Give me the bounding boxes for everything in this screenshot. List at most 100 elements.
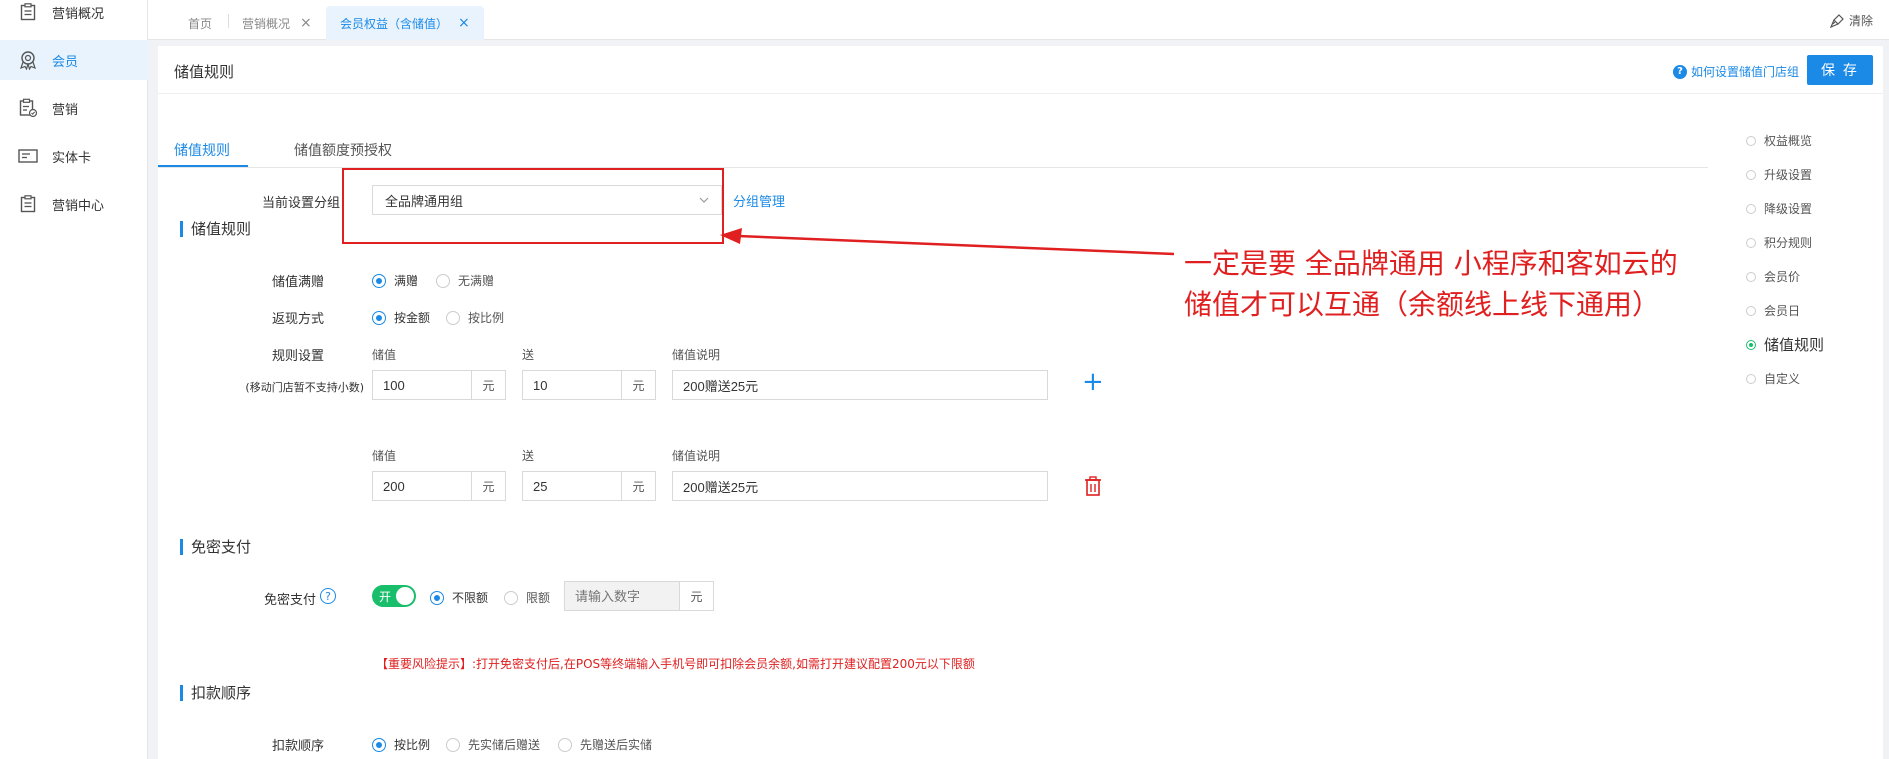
- help-link[interactable]: ? 如何设置储值门店组: [1672, 63, 1799, 80]
- recharge-amount-input[interactable]: [373, 371, 471, 399]
- sidebar-item-member[interactable]: 会员: [0, 40, 148, 80]
- annotation-line-2: 储值才可以互通（余额线上线下通用）: [1184, 288, 1661, 321]
- help-question-icon[interactable]: ?: [320, 588, 336, 604]
- radio-dot: [558, 737, 572, 752]
- anchor-label: 升级设置: [1764, 168, 1813, 182]
- clear-button[interactable]: 清除: [1829, 12, 1873, 29]
- anchor-item-custom[interactable]: 自定义: [1746, 370, 1800, 387]
- gift-amount-field[interactable]: 元: [522, 471, 656, 501]
- tab-member-benefits[interactable]: 会员权益（含储值） ×: [326, 6, 484, 40]
- radio-cashback-amount[interactable]: 按金额: [372, 309, 430, 326]
- save-button[interactable]: 保 存: [1807, 55, 1873, 85]
- anchor-dot: [1746, 373, 1756, 384]
- tab-home[interactable]: 首页: [188, 6, 212, 40]
- radio-deduct-gift-first[interactable]: 先赠送后实储: [558, 736, 652, 753]
- recharge-amount-input[interactable]: [373, 472, 471, 500]
- recharge-amount-field[interactable]: 元: [372, 471, 506, 501]
- radio-label: 按比例: [468, 311, 505, 325]
- gift-amount-input[interactable]: [523, 371, 621, 399]
- radio-dot: [372, 737, 386, 752]
- tab-marketing-overview[interactable]: 营销概况 ×: [242, 6, 312, 40]
- clear-label: 清除: [1848, 14, 1873, 28]
- unit-label: 元: [621, 472, 655, 500]
- col-recharge-label: 储值: [372, 449, 397, 463]
- anchor-item-member-price[interactable]: 会员价: [1746, 268, 1800, 285]
- sidebar-item-label: 营销: [52, 102, 79, 118]
- anchor-item-points[interactable]: 积分规则: [1746, 234, 1812, 251]
- unit-label: 元: [471, 371, 505, 399]
- anchor-item-overview[interactable]: 权益概览: [1746, 132, 1812, 149]
- section-title-deduct-order: 扣款顺序: [180, 685, 251, 701]
- sidebar-item-physical-card[interactable]: 实体卡: [0, 136, 148, 176]
- limit-amount-input[interactable]: [565, 582, 679, 610]
- tab-pre-authorization[interactable]: 储值额度预授权: [294, 140, 392, 160]
- sidebar-item-label: 实体卡: [52, 150, 92, 166]
- cashback-label: 返现方式: [271, 312, 324, 327]
- deduct-order-label: 扣款顺序: [271, 739, 324, 754]
- radio-dot: [504, 590, 518, 605]
- radio-label: 无满赠: [458, 274, 495, 288]
- radio-dot: [436, 273, 450, 288]
- help-link-label: 如何设置储值门店组: [1690, 65, 1799, 79]
- rule-setting-label: 规则设置: [271, 349, 324, 364]
- radio-deduct-ratio[interactable]: 按比例: [372, 736, 430, 753]
- toggle-label: 开: [379, 589, 392, 604]
- active-tab-underline: [158, 165, 248, 167]
- sidebar-item-label: 营销概况: [52, 6, 105, 22]
- tab-stored-value-rules[interactable]: 储值规则: [174, 140, 230, 160]
- anchor-item-upgrade[interactable]: 升级设置: [1746, 166, 1812, 183]
- toggle-knob: [396, 587, 414, 605]
- anchor-item-stored-value[interactable]: 储值规则: [1746, 334, 1824, 355]
- unit-label: 元: [621, 371, 655, 399]
- radio-bonus-none[interactable]: 无满赠: [436, 272, 494, 289]
- rule-note: (移动门店暂不支持小数): [245, 381, 364, 394]
- broom-icon: [1829, 13, 1844, 28]
- annotation-arrow: [720, 228, 1175, 256]
- radio-dot: [446, 737, 460, 752]
- add-rule-icon[interactable]: +: [1082, 368, 1104, 396]
- anchor-item-member-day[interactable]: 会员日: [1746, 302, 1800, 319]
- delete-rule-trash-icon[interactable]: [1084, 476, 1102, 500]
- radio-dot: [430, 590, 444, 605]
- radio-label: 按比例: [394, 738, 431, 752]
- anchor-label: 会员日: [1764, 304, 1801, 318]
- section-title-stored-value: 储值规则: [180, 221, 251, 237]
- anchor-label: 权益概览: [1764, 134, 1813, 148]
- sidebar-item-marketing-overview[interactable]: 营销概况: [0, 0, 148, 32]
- anchor-dot: [1746, 271, 1756, 282]
- close-icon[interactable]: ×: [458, 15, 470, 31]
- password-free-toggle[interactable]: 开: [372, 585, 416, 607]
- gift-amount-field[interactable]: 元: [522, 370, 656, 400]
- close-icon[interactable]: ×: [300, 15, 312, 31]
- anchor-nav: 权益概览 升级设置 降级设置 积分规则 会员价 会员日 储值规则 自定义: [1746, 132, 1866, 432]
- anchor-label: 降级设置: [1764, 202, 1813, 216]
- tab-divider: [228, 14, 229, 28]
- rule-desc-input[interactable]: [672, 471, 1048, 501]
- member-badge-icon: [18, 50, 38, 70]
- rule-desc-input[interactable]: [672, 370, 1048, 400]
- anchor-dot: [1746, 237, 1756, 248]
- col-gift-label: 送: [522, 449, 535, 463]
- radio-limit[interactable]: 限额: [504, 589, 550, 606]
- radio-bonus-full[interactable]: 满赠: [372, 272, 418, 289]
- gift-amount-input[interactable]: [523, 472, 621, 500]
- anchor-item-downgrade[interactable]: 降级设置: [1746, 200, 1812, 217]
- radio-deduct-real-first[interactable]: 先实储后赠送: [446, 736, 540, 753]
- sidebar-item-label: 营销中心: [52, 198, 105, 214]
- sidebar-item-marketing-center[interactable]: 营销中心: [0, 184, 148, 224]
- radio-label: 先实储后赠送: [468, 738, 541, 752]
- group-manage-link[interactable]: 分组管理: [733, 191, 785, 210]
- radio-cashback-ratio[interactable]: 按比例: [446, 309, 504, 326]
- unit-label: 元: [471, 472, 505, 500]
- bonus-label: 储值满赠: [271, 275, 324, 290]
- sidebar: 营销概况 会员 营销 实体卡 营销中心: [0, 0, 148, 759]
- anchor-dot: [1746, 305, 1756, 316]
- section-title-password-free: 免密支付: [180, 539, 251, 555]
- annotation-line-1: 一定是要 全品牌通用 小程序和客如云的: [1184, 247, 1678, 280]
- limit-amount-field[interactable]: 元: [564, 581, 714, 611]
- sidebar-item-marketing[interactable]: 营销: [0, 88, 148, 128]
- radio-no-limit[interactable]: 不限额: [430, 589, 488, 606]
- recharge-amount-field[interactable]: 元: [372, 370, 506, 400]
- main-panel: 储值规则 ? 如何设置储值门店组 保 存 储值规则 储值额度预授权 当前设置分组…: [158, 46, 1883, 759]
- clipboard-icon: [18, 2, 38, 22]
